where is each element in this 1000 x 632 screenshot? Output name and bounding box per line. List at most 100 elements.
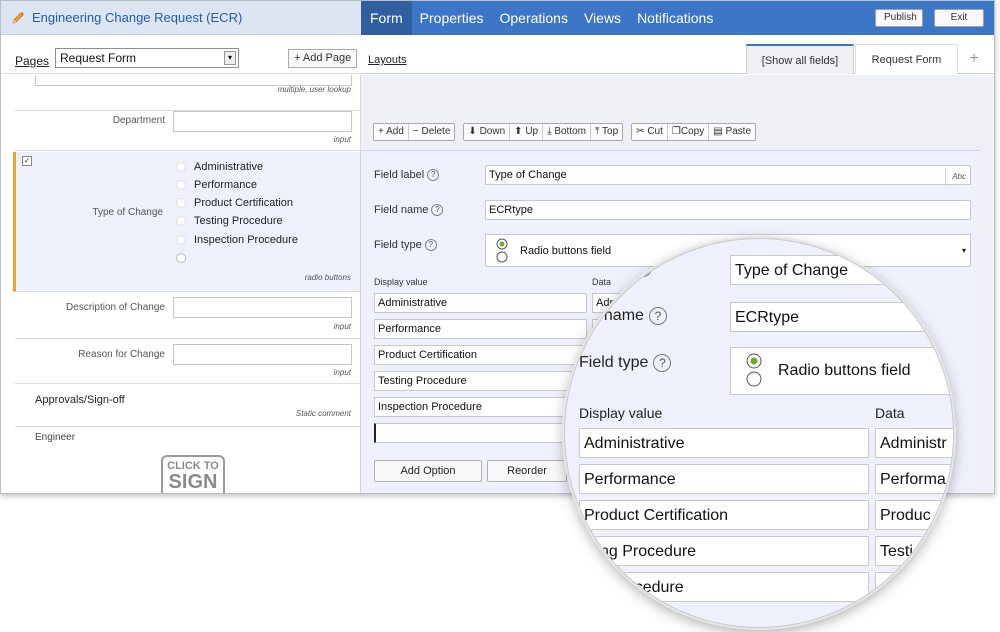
radio-selected-icon: [176, 253, 186, 264]
menu-form[interactable]: Form: [361, 1, 412, 35]
magnified-field-type-label: Field type?: [579, 354, 672, 372]
scissors-icon: ✂: [636, 126, 645, 137]
layouts-bar: Layouts [Show all fields] Request Form +: [361, 36, 994, 74]
form-canvas: No users multiple, user lookup Departmen…: [1, 75, 361, 493]
app-header: Engineering Change Request (ECR): [1, 1, 361, 35]
form-row-reason[interactable]: Reason for Change input: [15, 340, 360, 384]
add-option-button[interactable]: Add Option: [374, 460, 482, 482]
toolbar-group-edit: + Add − Delete: [373, 123, 456, 141]
radio-buttons-icon: [746, 353, 762, 387]
display-value-input[interactable]: Testing Procedure: [374, 371, 587, 391]
move-bottom-button[interactable]: ⤓ Bottom: [543, 124, 591, 140]
magnified-data-value: Performa: [875, 464, 953, 494]
display-value-input-new[interactable]: [374, 423, 587, 443]
text-format-icon[interactable]: Abc: [945, 168, 966, 186]
layouts-link[interactable]: Layouts: [368, 54, 407, 66]
pencil-icon: [12, 11, 24, 24]
help-icon[interactable]: ?: [424, 239, 437, 252]
exit-button[interactable]: Exit: [934, 9, 984, 27]
magnified-field-type-select: Radio buttons field: [730, 347, 953, 395]
radio-option-empty[interactable]: [176, 252, 194, 264]
move-down-button[interactable]: ⬇ Down: [464, 124, 511, 140]
department-field[interactable]: [173, 111, 352, 132]
add-field-button[interactable]: + Add: [374, 124, 409, 140]
cut-button[interactable]: ✂ Cut: [632, 124, 668, 140]
form-row-approvals[interactable]: Approvals/Sign-off Static comment: [15, 385, 360, 427]
add-tab-icon[interactable]: +: [959, 44, 989, 74]
dropdown-arrow-icon: ▾: [224, 51, 236, 65]
display-value-input[interactable]: Performance: [374, 319, 587, 339]
reason-field[interactable]: [173, 344, 352, 365]
arrow-top-icon: ⤒: [595, 126, 600, 137]
field-label-input[interactable]: Type of Change Abc: [485, 165, 971, 186]
row-select-checkbox[interactable]: ✓: [22, 156, 32, 166]
radio-option[interactable]: Product Certification: [176, 197, 293, 209]
magnified-display-value: sting Procedure: [579, 536, 869, 566]
delete-field-button[interactable]: − Delete: [409, 124, 455, 140]
radio-option[interactable]: Administrative: [176, 161, 263, 173]
radio-circle-icon: [176, 180, 186, 191]
field-type-label: Field type?: [374, 239, 437, 252]
page-select[interactable]: Request Form ▾: [55, 48, 239, 68]
magnified-field-name-input: ECRtype: [730, 302, 953, 332]
reorder-button[interactable]: Reorder: [487, 460, 567, 482]
form-row-type-of-change[interactable]: ✓ Type of Change Administrative Performa…: [13, 152, 360, 292]
magnified-display-value: Performance: [579, 464, 869, 494]
menu-views[interactable]: Views: [576, 1, 629, 35]
tab-show-all-fields[interactable]: [Show all fields]: [746, 44, 854, 74]
magnified-data-value: [875, 572, 953, 602]
toolbar-group-move: ⬇ Down ⬆ Up ⤓ Bottom ⤒ Top: [463, 123, 624, 141]
display-value-input[interactable]: Administrative: [374, 293, 587, 313]
add-page-button[interactable]: + Add Page: [288, 49, 358, 68]
form-row-engineer[interactable]: Engineer CLICK TO SIGN: [15, 428, 360, 493]
click-to-sign-stamp[interactable]: CLICK TO SIGN: [161, 455, 225, 493]
magnified-data-header: Data: [875, 405, 905, 421]
field-type-note: input: [333, 135, 351, 144]
field-label-label: Field label?: [374, 169, 440, 182]
description-field[interactable]: [173, 297, 352, 318]
form-row-description[interactable]: Description of Change input: [15, 293, 360, 339]
page-select-value: Request Form: [60, 51, 137, 65]
magnified-display-value: ion Procedure: [579, 572, 869, 602]
radio-option[interactable]: Performance: [176, 179, 257, 191]
toolbar-group-clipboard: ✂ Cut ❐Copy ▤ Paste: [631, 123, 757, 141]
field-toolbar: + Add − Delete ⬇ Down ⬆ Up ⤓ Bottom ⤒ To…: [373, 123, 764, 141]
magnified-data-value: Produc: [875, 500, 953, 530]
main-menu: Form Properties Operations Views Notific…: [361, 1, 994, 35]
menu-operations[interactable]: Operations: [491, 1, 575, 35]
form-row-department[interactable]: Department input: [15, 111, 360, 151]
description-label: Description of Change: [66, 302, 165, 313]
tab-request-form[interactable]: Request Form: [855, 44, 958, 74]
help-icon: ?: [629, 259, 652, 278]
display-value-header: Display value: [374, 277, 428, 287]
arrow-down-icon: ⬇: [468, 126, 477, 137]
radio-circle-icon: [176, 198, 186, 209]
move-top-button[interactable]: ⤒ Top: [591, 124, 622, 140]
magnified-display-value-header: Display value: [579, 405, 663, 421]
pages-label: Pages: [15, 54, 50, 68]
radio-circle-icon: [176, 162, 186, 173]
department-label: Department: [112, 115, 165, 126]
radio-option[interactable]: Inspection Procedure: [176, 234, 298, 246]
field-type-note: input: [333, 322, 351, 331]
display-value-input[interactable]: Product Certification: [374, 345, 587, 365]
help-icon[interactable]: ?: [431, 204, 444, 217]
magnified-field-label-input: Type of Change: [730, 255, 953, 285]
menu-notifications[interactable]: Notifications: [629, 1, 721, 35]
paste-button[interactable]: ▤ Paste: [709, 124, 755, 140]
menu-properties[interactable]: Properties: [412, 1, 492, 35]
field-name-input[interactable]: ECRtype: [485, 200, 971, 220]
form-row-users[interactable]: No users multiple, user lookup: [15, 75, 360, 111]
reason-label: Reason for Change: [78, 349, 165, 360]
help-icon[interactable]: ?: [427, 169, 440, 182]
field-type-note: input: [333, 368, 351, 377]
magnified-field-name-label: ld name?: [587, 307, 667, 325]
approvals-label: Approvals/Sign-off: [35, 394, 125, 406]
radio-option[interactable]: Testing Procedure: [176, 215, 283, 227]
display-value-input[interactable]: Inspection Procedure: [374, 397, 587, 417]
clipboard-icon: ▤: [713, 126, 723, 137]
field-name-label: Field name?: [374, 204, 444, 217]
move-up-button[interactable]: ⬆ Up: [510, 124, 544, 140]
copy-button[interactable]: ❐Copy: [668, 124, 710, 140]
publish-button[interactable]: Publish: [875, 9, 923, 27]
